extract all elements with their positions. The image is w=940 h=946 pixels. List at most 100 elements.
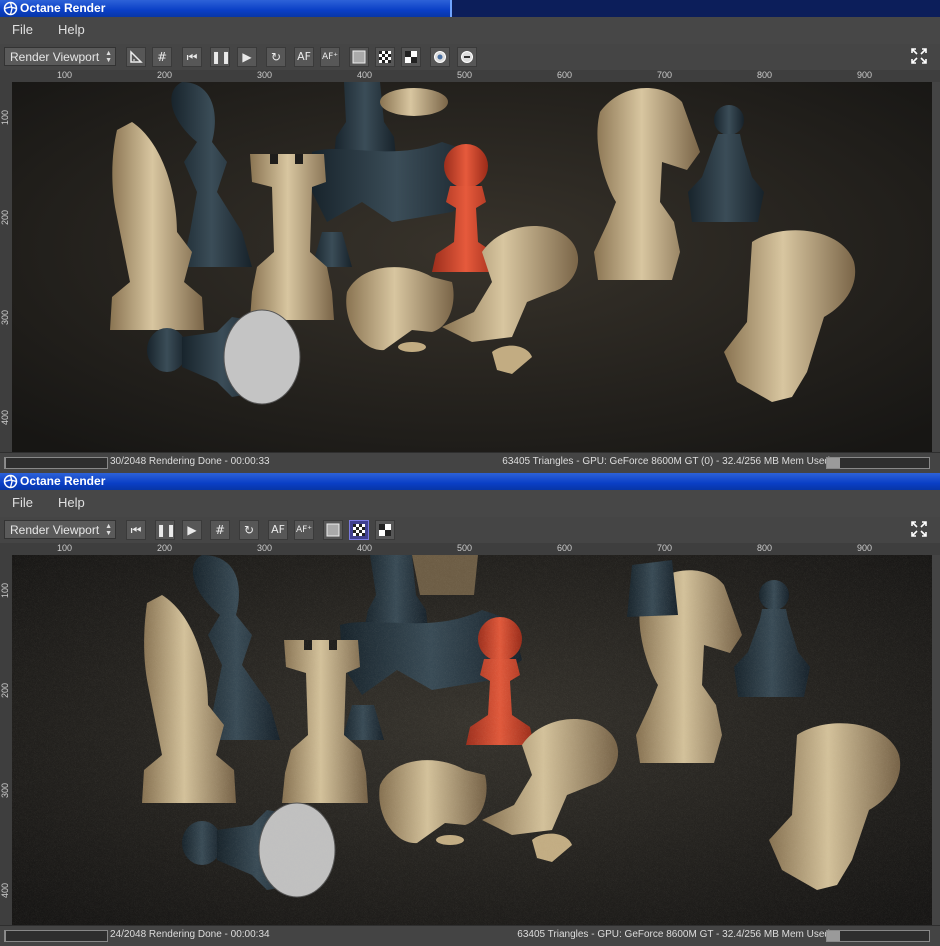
zoom-out-button[interactable] xyxy=(457,47,477,67)
render-viewport[interactable] xyxy=(12,82,932,452)
grid-icon: # xyxy=(156,50,168,64)
ruler-x-label: 200 xyxy=(157,543,173,553)
restart-button[interactable]: ⏮ xyxy=(126,520,146,540)
ruler-x-label: 900 xyxy=(857,543,873,553)
ruler-horizontal: 100 200 300 400 500 600 700 800 900 xyxy=(0,70,940,82)
grid-button[interactable]: # xyxy=(210,520,230,540)
ruler-y-label: 300 xyxy=(0,310,10,326)
gpu-status-text: 63405 Triangles - GPU: GeForce 8600M GT … xyxy=(517,929,830,940)
alpha-mode-2-button[interactable] xyxy=(375,47,395,67)
title-bar[interactable]: Octane Render xyxy=(0,473,940,490)
fullscreen-button[interactable] xyxy=(910,520,930,540)
refresh-icon: ↻ xyxy=(243,523,255,537)
zoom-in-button[interactable] xyxy=(430,47,450,67)
pause-button[interactable]: ❚❚ xyxy=(155,520,177,540)
ruler-x-label: 100 xyxy=(57,70,73,80)
render-noise-overlay xyxy=(12,555,932,925)
alpha-mode-2-icon xyxy=(353,524,365,536)
alpha-mode-1-button[interactable] xyxy=(323,520,343,540)
octane-logo-icon xyxy=(3,1,18,16)
menu-help[interactable]: Help xyxy=(58,22,85,37)
ruler-x-label: 200 xyxy=(157,70,173,80)
menu-file[interactable]: File xyxy=(12,495,33,510)
af-picker-icon: AF⁺ xyxy=(321,52,339,62)
af-label: AF xyxy=(271,523,285,536)
ruler-x-label: 400 xyxy=(357,543,373,553)
af-picker-button[interactable]: AF⁺ xyxy=(294,520,314,540)
menu-bar: File Help xyxy=(0,490,940,518)
ruler-x-label: 300 xyxy=(257,70,273,80)
status-bar: 24/2048 Rendering Done - 00:00:34 63405 … xyxy=(0,925,940,946)
alpha-mode-2-button[interactable] xyxy=(349,520,369,540)
memory-usage-bar xyxy=(826,457,930,469)
broken-fragment xyxy=(398,342,426,352)
ruler-x-label: 800 xyxy=(757,70,773,80)
octane-logo-icon xyxy=(3,474,18,489)
refresh-button[interactable]: ↻ xyxy=(266,47,286,67)
menu-help[interactable]: Help xyxy=(58,495,85,510)
memory-fill xyxy=(827,458,840,468)
fullscreen-button[interactable] xyxy=(910,47,930,67)
grid-icon: # xyxy=(214,523,226,537)
zoom-in-icon xyxy=(434,51,446,63)
alpha-mode-3-icon xyxy=(379,524,391,536)
background-window-edge xyxy=(450,0,940,17)
autofocus-button[interactable]: AF xyxy=(294,47,314,67)
clear-render-button[interactable] xyxy=(126,47,146,67)
memory-fill xyxy=(827,931,840,941)
ruler-y-label: 400 xyxy=(0,410,10,426)
status-bar: 30/2048 Rendering Done - 00:00:33 63405 … xyxy=(0,452,940,473)
alpha-mode-2-icon xyxy=(379,51,391,63)
window-title: Octane Render xyxy=(20,474,106,488)
refresh-button[interactable]: ↻ xyxy=(239,520,259,540)
ruler-x-label: 500 xyxy=(457,70,473,80)
autofocus-button[interactable]: AF xyxy=(268,520,288,540)
ruler-x-label: 500 xyxy=(457,543,473,553)
window-title: Octane Render xyxy=(20,1,106,15)
alpha-mode-3-button[interactable] xyxy=(375,520,395,540)
pause-icon: ❚❚ xyxy=(156,523,177,537)
render-status-text: 30/2048 Rendering Done - 00:00:33 xyxy=(110,456,270,467)
ruler-x-label: 900 xyxy=(857,70,873,80)
render-viewport[interactable] xyxy=(12,555,932,925)
render-progress-bar xyxy=(4,457,108,469)
title-bar[interactable]: Octane Render xyxy=(0,0,940,17)
play-icon: ▶ xyxy=(187,523,197,537)
alpha-mode-1-button[interactable] xyxy=(349,47,369,67)
refresh-icon: ↻ xyxy=(270,50,282,64)
octane-window-top: Octane Render File Help Render Viewport … xyxy=(0,0,940,473)
restart-icon: ⏮ xyxy=(130,523,142,537)
select-arrows-icon: ▲ ▼ xyxy=(105,523,112,537)
toolbar: Render Viewport ▲ ▼ ⏮ ❚❚ ▶ # ↻ AF AF⁺ xyxy=(0,517,940,543)
select-arrows-icon: ▲ ▼ xyxy=(105,50,112,64)
menu-file[interactable]: File xyxy=(12,22,33,37)
grid-button[interactable]: # xyxy=(152,47,172,67)
ruler-vertical: 100 200 300 400 xyxy=(0,555,12,925)
ruler-y-label: 200 xyxy=(0,210,10,226)
viewport-select[interactable]: Render Viewport ▲ ▼ xyxy=(4,47,116,66)
ruler-y-label: 100 xyxy=(0,110,10,126)
restart-icon: ⏮ xyxy=(186,50,198,64)
alpha-mode-3-button[interactable] xyxy=(401,47,421,67)
ruler-x-label: 400 xyxy=(357,70,373,80)
ruler-y-label: 400 xyxy=(0,883,10,899)
pause-button[interactable]: ❚❚ xyxy=(210,47,232,67)
pause-icon: ❚❚ xyxy=(211,50,232,64)
fullscreen-icon xyxy=(911,48,927,64)
chess-render-image xyxy=(12,82,932,452)
zoom-out-icon xyxy=(461,51,473,63)
gpu-status-text: 63405 Triangles - GPU: GeForce 8600M GT … xyxy=(502,456,830,467)
restart-button[interactable]: ⏮ xyxy=(182,47,202,67)
play-button[interactable]: ▶ xyxy=(182,520,202,540)
render-status-text: 24/2048 Rendering Done - 00:00:34 xyxy=(110,929,270,940)
memory-usage-bar xyxy=(826,930,930,942)
fullscreen-icon xyxy=(911,521,927,537)
af-picker-button[interactable]: AF⁺ xyxy=(320,47,340,67)
ruler-x-label: 300 xyxy=(257,543,273,553)
play-button[interactable]: ▶ xyxy=(237,47,257,67)
ruler-y-label: 100 xyxy=(0,583,10,599)
alpha-mode-1-icon xyxy=(326,523,340,537)
progress-fill xyxy=(5,458,7,468)
viewport-select[interactable]: Render Viewport ▲ ▼ xyxy=(4,520,116,539)
clear-render-icon xyxy=(130,50,143,63)
